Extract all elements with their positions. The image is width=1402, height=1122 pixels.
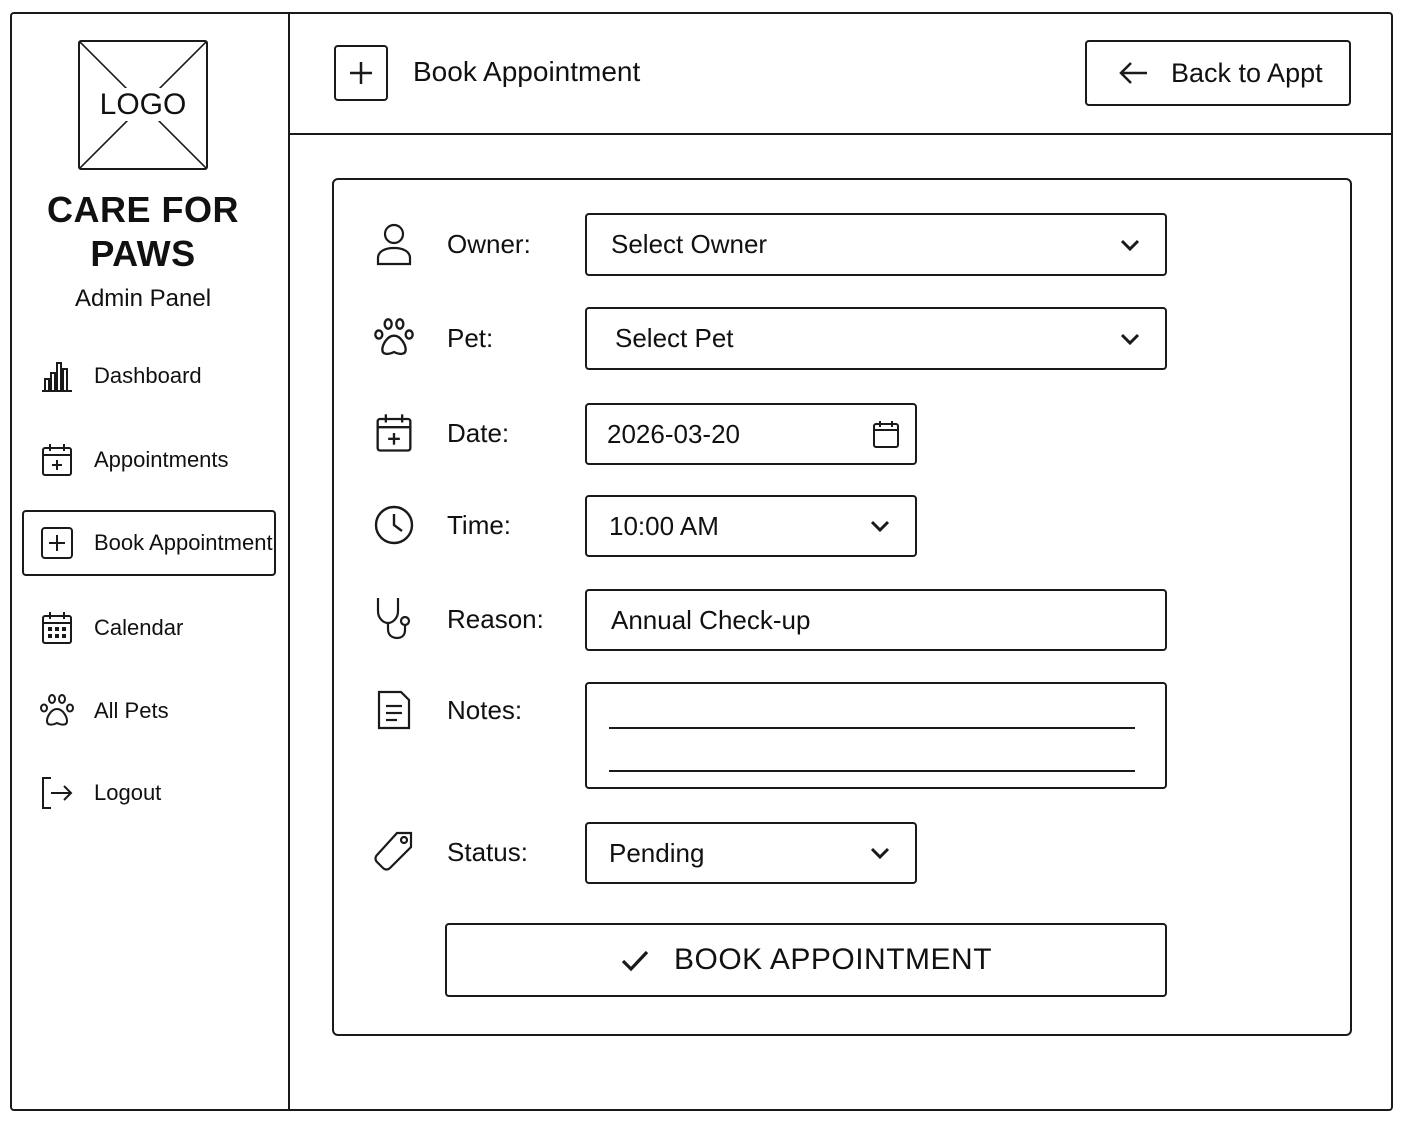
back-to-appointments-button[interactable]: Back to Appt <box>1085 40 1351 106</box>
document-icon <box>372 688 416 732</box>
date-input-value: 2026-03-20 <box>607 418 740 449</box>
book-appointment-button[interactable]: BOOK APPOINTMENT <box>445 923 1167 997</box>
brand-name: CARE FOR PAWS <box>10 188 276 276</box>
status-select[interactable]: Pending <box>585 822 917 884</box>
check-icon <box>621 950 649 972</box>
date-input[interactable]: 2026-03-20 <box>585 403 917 465</box>
status-select-value: Pending <box>609 837 705 868</box>
owner-select[interactable]: Select Owner <box>585 213 1167 276</box>
paw-icon <box>38 692 76 730</box>
time-label: Time: <box>447 510 512 540</box>
notes-label: Notes: <box>447 695 523 725</box>
chevron-down-icon <box>863 836 897 870</box>
sidebar-item-label: Calendar <box>94 615 184 640</box>
sidebar-item-calendar[interactable]: Calendar <box>22 595 276 661</box>
brand-subtitle: Admin Panel <box>74 285 212 312</box>
logo-placeholder: LOGO <box>78 40 208 170</box>
owner-label: Owner: <box>447 229 531 259</box>
page-header: Book Appointment Back to Appt <box>290 12 1393 135</box>
plus-icon <box>334 45 388 101</box>
calendar-icon[interactable] <box>869 417 903 451</box>
user-icon <box>372 222 416 266</box>
arrow-left-icon <box>1119 62 1147 84</box>
reason-input-value: Annual Check-up <box>611 604 811 635</box>
notes-textarea[interactable] <box>585 682 1167 789</box>
back-button-label: Back to Appt <box>1171 57 1323 88</box>
reason-label: Reason: <box>447 604 544 634</box>
sidebar-item-label: Book Appointment <box>94 530 273 555</box>
pet-select[interactable]: Select Pet <box>585 307 1167 370</box>
sidebar-item-book-appointment[interactable]: Book Appointment <box>22 510 276 576</box>
date-label: Date: <box>447 418 510 448</box>
sidebar-item-label: All Pets <box>94 698 169 723</box>
pet-select-value: Select Pet <box>615 323 734 353</box>
sidebar-item-dashboard[interactable]: Dashboard <box>22 343 276 409</box>
bar-chart-icon <box>38 357 76 395</box>
sidebar-item-logout[interactable]: Logout <box>22 760 276 826</box>
sidebar-item-appointments[interactable]: Appointments <box>22 427 276 493</box>
chevron-down-icon <box>1113 322 1147 356</box>
chevron-down-icon <box>863 509 897 543</box>
sidebar-item-label: Logout <box>94 780 162 805</box>
calendar-grid-icon <box>38 609 76 647</box>
logo-text: LOGO <box>93 88 193 121</box>
book-appointment-button-label: BOOK APPOINTMENT <box>673 943 993 976</box>
logout-icon <box>38 774 76 812</box>
sidebar-item-label: Appointments <box>94 447 229 472</box>
time-select-value: 10:00 AM <box>609 510 719 541</box>
owner-select-value: Select Owner <box>611 229 768 259</box>
status-label: Status: <box>447 837 528 867</box>
tag-icon <box>372 829 416 873</box>
calendar-plus-icon <box>38 441 76 479</box>
stethoscope-icon <box>372 596 416 640</box>
reason-input[interactable]: Annual Check-up <box>585 589 1167 651</box>
time-select[interactable]: 10:00 AM <box>585 495 917 557</box>
sidebar-item-label: Dashboard <box>94 363 202 388</box>
notes-line <box>609 727 1135 729</box>
calendar-plus-icon <box>372 411 416 455</box>
notes-line <box>609 770 1135 772</box>
sidebar: LOGO CARE FOR PAWS Admin Panel Dashboard <box>10 12 290 1111</box>
brand-line-1: CARE FOR <box>47 189 239 230</box>
plus-box-icon <box>38 524 76 562</box>
chevron-down-icon <box>1113 228 1147 262</box>
paw-icon <box>372 316 416 360</box>
clock-icon <box>372 503 416 547</box>
brand-line-2: PAWS <box>90 233 196 274</box>
sidebar-item-all-pets[interactable]: All Pets <box>22 678 276 744</box>
page-title: Book Appointment <box>413 56 641 87</box>
pet-label: Pet: <box>447 323 494 353</box>
